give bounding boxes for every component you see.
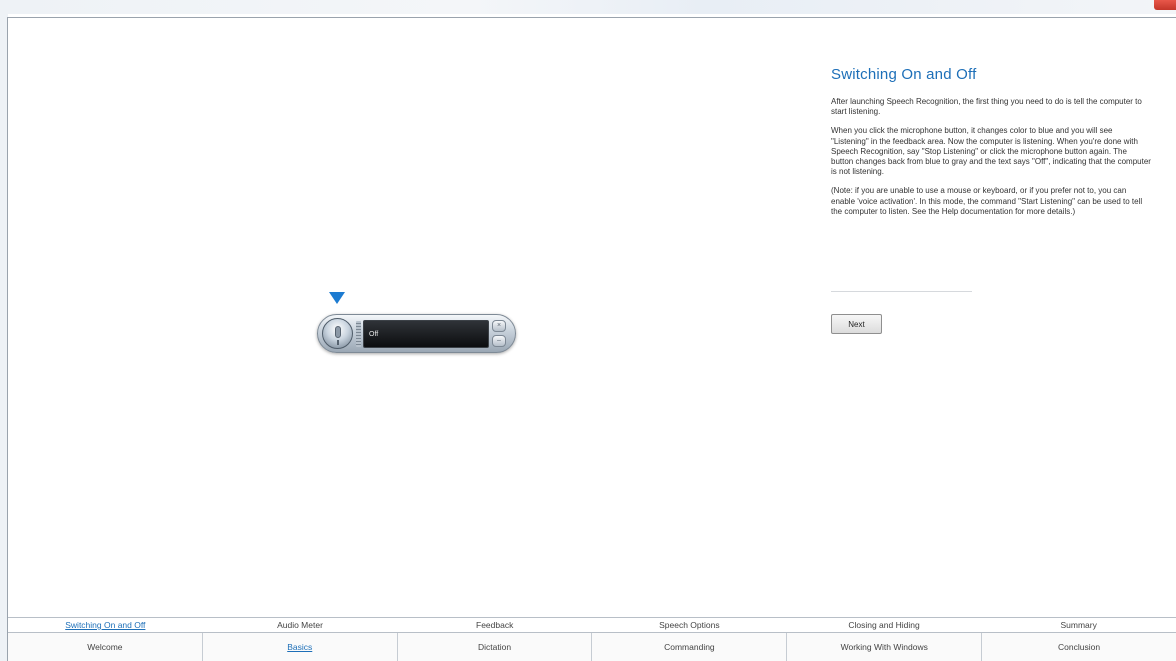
subnav-item-switching-on-and-off[interactable]: Switching On and Off [8,618,203,632]
lesson-panel: Switching On and Off After launching Spe… [831,66,1151,226]
microphone-icon [335,326,341,345]
minimize-widget-icon[interactable]: – [492,335,506,347]
speech-recognition-widget: Off × – [317,314,516,353]
lesson-title: Switching On and Off [831,66,977,83]
nav-item-basics[interactable]: Basics [203,633,398,661]
title-bar [0,0,1176,14]
subnav-item-audio-meter[interactable]: Audio Meter [203,618,398,632]
section-nav: Welcome Basics Dictation Commanding Work… [8,632,1176,661]
nav-item-working-with-windows[interactable]: Working With Windows [787,633,983,661]
lesson-paragraph: When you click the microphone button, it… [831,126,1151,177]
divider [831,291,972,292]
nav-item-conclusion[interactable]: Conclusion [982,633,1176,661]
subnav-item-speech-options[interactable]: Speech Options [592,618,787,632]
subsection-nav: Switching On and Off Audio Meter Feedbac… [8,617,1176,632]
subnav-item-summary[interactable]: Summary [981,618,1176,632]
nav-item-dictation[interactable]: Dictation [398,633,593,661]
lesson-paragraph: After launching Speech Recognition, the … [831,97,1142,117]
close-button[interactable] [1154,0,1176,10]
next-button[interactable]: Next [831,314,882,334]
lesson-paragraph: (Note: if you are unable to use a mouse … [831,186,1143,216]
subnav-item-closing-and-hiding[interactable]: Closing and Hiding [787,618,982,632]
audio-meter [356,321,361,347]
subnav-item-feedback[interactable]: Feedback [397,618,592,632]
nav-item-welcome[interactable]: Welcome [8,633,203,661]
pointer-arrow-icon [329,292,345,304]
microphone-button[interactable] [322,318,353,349]
nav-item-commanding[interactable]: Commanding [592,633,788,661]
widget-window-controls: × – [492,320,508,348]
close-widget-icon[interactable]: × [492,320,506,332]
feedback-area: Off [363,320,489,348]
